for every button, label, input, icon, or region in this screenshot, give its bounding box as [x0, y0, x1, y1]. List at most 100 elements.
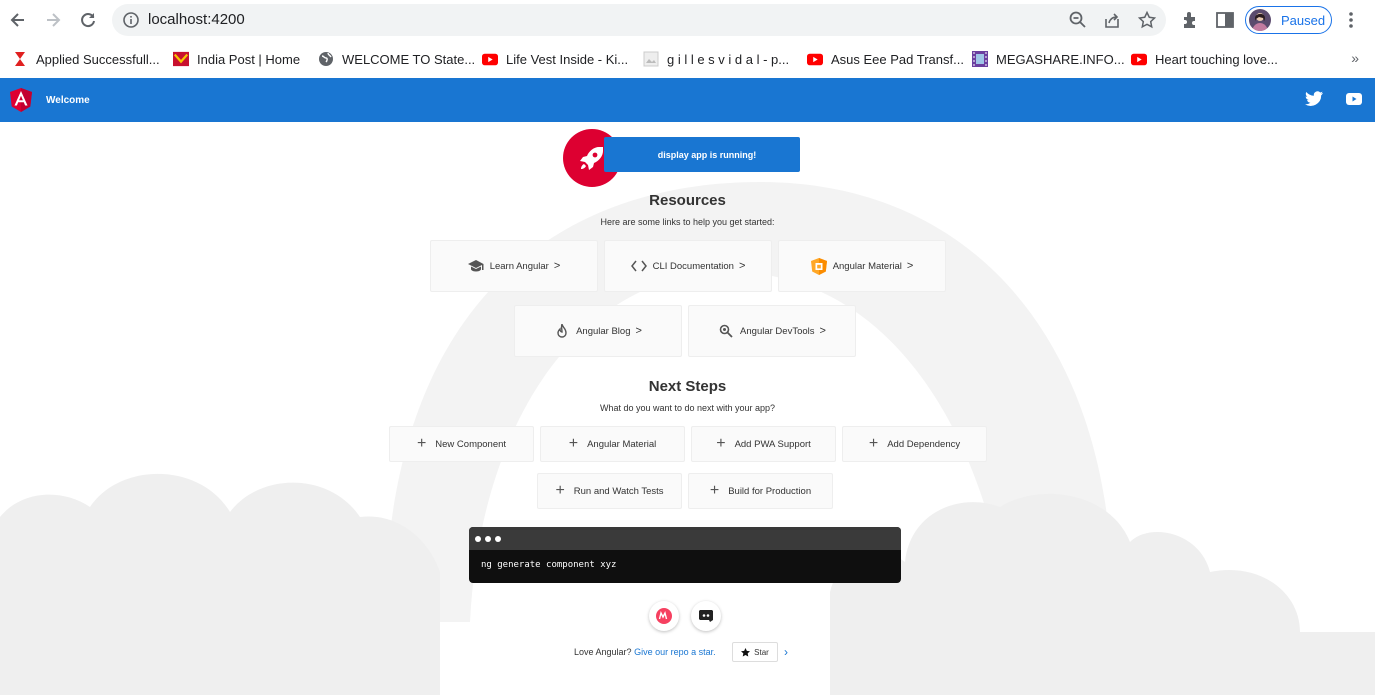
star-icon [741, 647, 751, 657]
bookmarks-bar: Applied Successfull... India Post | Home… [0, 40, 1375, 78]
love-angular-label: Love Angular? [574, 647, 632, 657]
zoom-icon[interactable] [1068, 10, 1088, 30]
meetup-link[interactable] [649, 601, 679, 631]
profile-avatar [1249, 9, 1271, 31]
hourglass-red-icon [12, 51, 28, 67]
twitter-icon[interactable] [1305, 91, 1323, 107]
bookmark-label: Heart touching love... [1155, 51, 1278, 67]
resource-card-cli-documentation[interactable]: CLI Documentation > [604, 240, 772, 292]
star-repo-link[interactable]: Give our repo a star. [634, 647, 716, 657]
resource-label: Angular Blog [576, 325, 631, 337]
side-panel-icon[interactable] [1214, 9, 1236, 31]
browser-toolbar: localhost:4200 Paused [0, 0, 1375, 40]
step-angular-material[interactable]: + Angular Material [540, 426, 685, 462]
terminal-dot [485, 535, 491, 542]
film-icon [972, 51, 988, 67]
chevron-right-icon[interactable]: › [784, 645, 788, 659]
app-title: Welcome [46, 95, 90, 106]
chevron-right-icon: > [553, 260, 561, 272]
plus-icon: + [568, 435, 579, 452]
bookmark-label: India Post | Home [197, 51, 301, 67]
app-header: Welcome [0, 78, 1375, 122]
profile-button[interactable]: Paused [1245, 6, 1332, 34]
terminal-command: ng generate component xyz [481, 560, 617, 570]
resource-label: Angular Material [832, 260, 902, 272]
image-icon [643, 51, 659, 67]
address-bar[interactable]: localhost:4200 [112, 4, 1166, 36]
step-add-dependency[interactable]: + Add Dependency [842, 426, 987, 462]
plus-icon: + [716, 435, 726, 452]
love-angular-text: Love Angular? Give our repo a star. [574, 647, 716, 657]
menu-kebab-icon[interactable] [1340, 9, 1362, 31]
github-star-button[interactable]: Star [732, 642, 778, 662]
profile-status: Paused [1281, 12, 1326, 28]
bookmark-item[interactable]: India Post | Home [173, 50, 300, 68]
forward-button[interactable] [41, 8, 65, 32]
more-bookmarks-button[interactable]: » [1351, 50, 1359, 66]
step-run-and-watch-tests[interactable]: + Run and Watch Tests [537, 473, 682, 509]
app-content: Welcome display app is running! Resource… [0, 78, 1375, 695]
bookmark-label: Life Vest Inside - Ki... [506, 51, 629, 67]
url-text[interactable]: localhost:4200 [148, 11, 245, 28]
reload-icon [81, 13, 95, 28]
back-button[interactable] [6, 8, 30, 32]
resources-heading: Resources [649, 192, 726, 209]
discord-icon [699, 610, 713, 622]
plus-icon: + [868, 435, 879, 452]
plus-icon: + [555, 482, 565, 499]
star-label: Star [754, 647, 769, 657]
chevron-right-icon: > [819, 325, 826, 337]
extensions-puzzle-icon[interactable] [1180, 9, 1202, 31]
bookmark-label: Applied Successfull... [36, 51, 160, 67]
angular-material-icon [810, 257, 827, 275]
bookmark-item[interactable]: Asus Eee Pad Transf... [807, 50, 964, 68]
angular-logo-icon [10, 88, 32, 112]
resource-card-learn-angular[interactable]: Learn Angular > [430, 240, 598, 292]
bookmark-item[interactable]: g i l l e s v i d a l - p... [643, 50, 789, 68]
youtube-icon[interactable] [1346, 92, 1362, 106]
share-icon[interactable] [1102, 10, 1122, 30]
bookmark-item[interactable]: Applied Successfull... [12, 50, 160, 68]
chevron-right-icon: > [635, 325, 642, 337]
terminal-dot [475, 535, 481, 542]
next-steps-heading: Next Steps [648, 378, 727, 395]
step-label: Add PWA Support [734, 438, 811, 450]
reload-button[interactable] [76, 8, 100, 32]
step-add-pwa-support[interactable]: + Add PWA Support [691, 426, 836, 462]
terminal: ng generate component xyz [469, 527, 901, 583]
globe-icon [318, 51, 334, 67]
bookmark-label: Asus Eee Pad Transf... [831, 51, 964, 67]
terminal-dot [495, 535, 501, 542]
bookmark-item[interactable]: Life Vest Inside - Ki... [482, 50, 628, 68]
magnifier-icon [718, 323, 734, 339]
meetup-icon [656, 608, 672, 624]
step-label: Build for Production [728, 485, 812, 497]
resource-card-angular-devtools[interactable]: Angular DevTools > [688, 305, 856, 357]
forward-arrow-icon [47, 13, 61, 27]
plus-icon: + [416, 435, 427, 452]
step-label: New Component [435, 438, 507, 450]
step-build-for-production[interactable]: + Build for Production [688, 473, 833, 509]
next-steps-subtitle: What do you want to do next with your ap… [599, 403, 776, 413]
bookmark-item[interactable]: MEGASHARE.INFO... [972, 50, 1125, 68]
resource-card-angular-material[interactable]: Angular Material > [778, 240, 946, 292]
resource-card-angular-blog[interactable]: Angular Blog > [514, 305, 682, 357]
bookmark-item[interactable]: Heart touching love... [1131, 50, 1278, 68]
chevron-right-icon: > [906, 260, 914, 272]
bookmark-star-icon[interactable] [1137, 10, 1157, 30]
resource-label: CLI Documentation [652, 260, 734, 272]
resource-label: Learn Angular [489, 260, 549, 272]
step-label: Add Dependency [887, 438, 961, 450]
step-label: Angular Material [587, 438, 657, 450]
discord-link[interactable] [691, 601, 721, 631]
resources-subtitle: Here are some links to help you get star… [600, 217, 775, 227]
plus-icon: + [709, 482, 720, 499]
step-new-component[interactable]: + New Component [389, 426, 534, 462]
terminal-titlebar [469, 527, 901, 550]
chevron-right-icon: > [738, 260, 746, 272]
rocket-icon [580, 147, 603, 170]
bookmark-item[interactable]: WELCOME TO State... [318, 50, 475, 68]
info-icon[interactable] [122, 11, 140, 29]
youtube-icon [807, 51, 823, 67]
bookmark-label: WELCOME TO State... [342, 51, 476, 67]
